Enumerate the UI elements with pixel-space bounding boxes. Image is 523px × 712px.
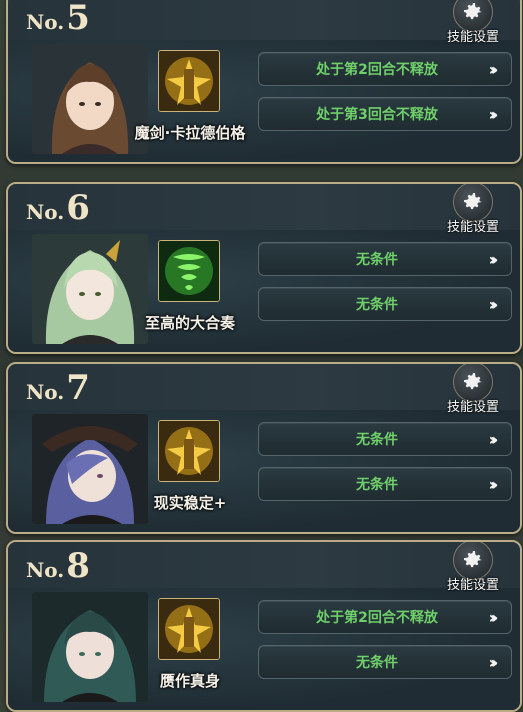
triple-chevron-icon: ››› bbox=[488, 59, 499, 79]
condition-button-2[interactable]: 无条件 ››› bbox=[258, 287, 512, 321]
skill-settings-label: 技能设置 bbox=[446, 578, 499, 593]
skill-icon[interactable] bbox=[158, 50, 220, 112]
card-number: No. 5 bbox=[26, 0, 90, 38]
condition-text: 无条件 bbox=[356, 477, 398, 493]
skill-card-5: No. 5 技能设置 魔剑·卡拉德伯格 处于第2回合不释放 ››› 处于第3回合… bbox=[6, 0, 522, 164]
skill-settings-button[interactable]: 技能设置 bbox=[438, 184, 508, 235]
condition-text: 无条件 bbox=[356, 252, 398, 268]
triple-chevron-icon: ››› bbox=[488, 249, 499, 269]
skill-card-8: No. 8 技能设置 赝作真身 处于第2回合不释放 ››› 无条件 ››› bbox=[6, 540, 522, 712]
card-number: No. 6 bbox=[26, 188, 90, 228]
condition-button-1[interactable]: 无条件 ››› bbox=[258, 422, 512, 456]
skill-icon[interactable] bbox=[158, 420, 220, 482]
condition-button-2[interactable]: 处于第3回合不释放 ››› bbox=[258, 97, 512, 131]
condition-text: 处于第2回合不释放 bbox=[316, 62, 438, 78]
skill-card-7: No. 7 技能设置 现实稳定+ 无条件 ››› 无条件 ››› bbox=[6, 362, 522, 534]
condition-text: 处于第3回合不释放 bbox=[316, 107, 438, 123]
condition-button-2[interactable]: 无条件 ››› bbox=[258, 645, 512, 679]
skill-name: 至高的大合奏 bbox=[144, 314, 235, 332]
triple-chevron-icon: ››› bbox=[488, 607, 499, 627]
card-number: No. 8 bbox=[26, 546, 90, 586]
skill-name: 魔剑·卡拉德伯格 bbox=[134, 124, 246, 142]
condition-button-2[interactable]: 无条件 ››› bbox=[258, 467, 512, 501]
condition-text: 无条件 bbox=[356, 297, 398, 313]
skill-name: 现实稳定+ bbox=[153, 494, 227, 512]
triple-chevron-icon: ››› bbox=[488, 474, 499, 494]
skill-settings-label: 技能设置 bbox=[446, 220, 499, 235]
triple-chevron-icon: ››› bbox=[488, 104, 499, 124]
condition-button-1[interactable]: 无条件 ››› bbox=[258, 242, 512, 276]
skill-settings-button[interactable]: 技能设置 bbox=[438, 0, 508, 45]
triple-chevron-icon: ››› bbox=[488, 429, 499, 449]
skill-settings-label: 技能设置 bbox=[446, 400, 499, 415]
triple-chevron-icon: ››› bbox=[488, 652, 499, 672]
condition-text: 处于第2回合不释放 bbox=[316, 610, 438, 626]
condition-button-1[interactable]: 处于第2回合不释放 ››› bbox=[258, 52, 512, 86]
skill-icon[interactable] bbox=[158, 598, 220, 660]
skill-settings-button[interactable]: 技能设置 bbox=[438, 542, 508, 593]
skill-name: 赝作真身 bbox=[159, 672, 220, 690]
skill-card-6: No. 6 技能设置 至高的大合奏 无条件 ››› 无条件 ››› bbox=[6, 182, 522, 354]
skill-icon[interactable] bbox=[158, 240, 220, 302]
condition-text: 无条件 bbox=[356, 432, 398, 448]
skill-settings-label: 技能设置 bbox=[446, 30, 499, 45]
triple-chevron-icon: ››› bbox=[488, 294, 499, 314]
skill-settings-button[interactable]: 技能设置 bbox=[438, 364, 508, 415]
condition-button-1[interactable]: 处于第2回合不释放 ››› bbox=[258, 600, 512, 634]
card-number: No. 7 bbox=[26, 368, 90, 408]
condition-text: 无条件 bbox=[356, 655, 398, 671]
